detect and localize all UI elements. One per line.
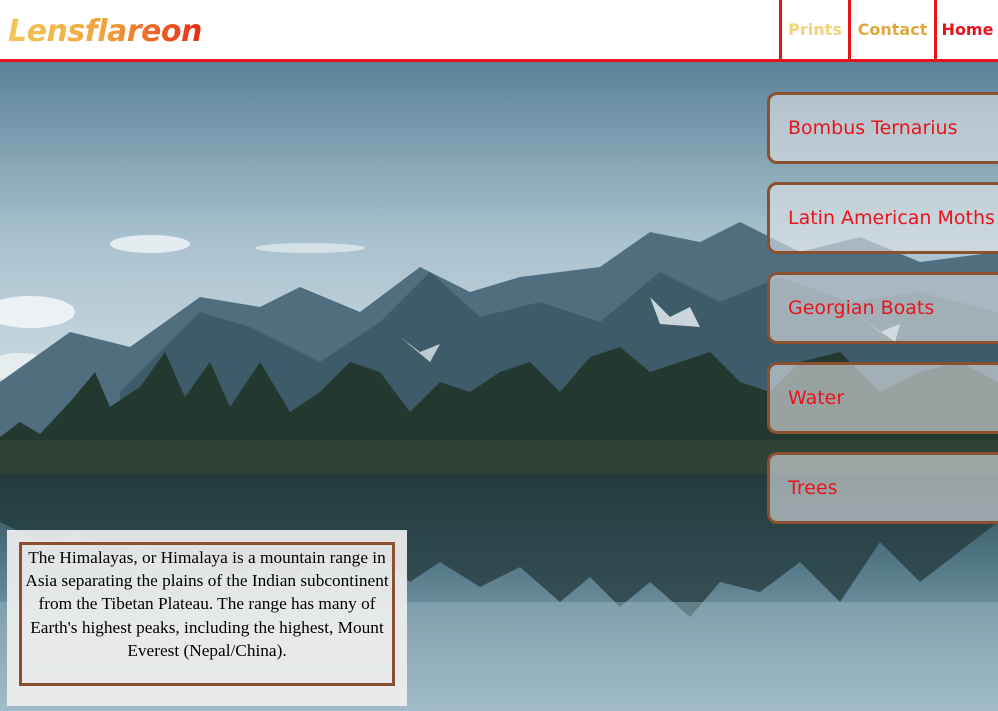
caption-panel: The Himalayas, or Himalaya is a mountain… — [7, 530, 407, 706]
gallery-link-trees[interactable]: Trees — [767, 452, 998, 524]
gallery-link-water[interactable]: Water — [767, 362, 998, 434]
gallery-link-bombus-ternarius[interactable]: Bombus Ternarius — [767, 92, 998, 164]
nav-link-prints[interactable]: Prints — [779, 0, 848, 59]
caption-text: The Himalayas, or Himalaya is a mountain… — [19, 542, 395, 686]
nav-link-contact[interactable]: Contact — [848, 0, 934, 59]
nav-link-home[interactable]: Home — [934, 0, 998, 59]
gallery-link-georgian-boats[interactable]: Georgian Boats — [767, 272, 998, 344]
site-header: Lensflareon Prints Contact Home — [0, 0, 998, 62]
site-logo[interactable]: Lensflareon — [8, 14, 202, 49]
top-nav: Prints Contact Home — [779, 0, 998, 59]
gallery-link-latin-american-moths[interactable]: Latin American Moths — [767, 182, 998, 254]
